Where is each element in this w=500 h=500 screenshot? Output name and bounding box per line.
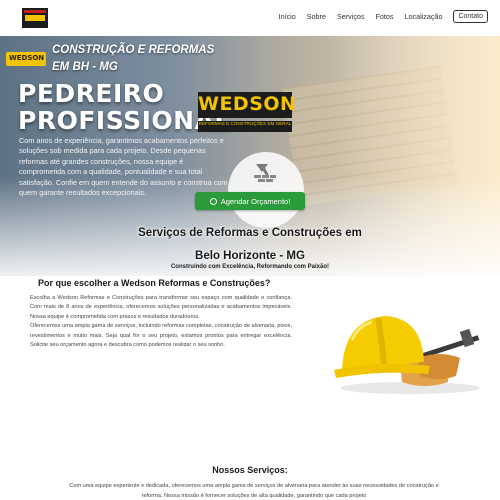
nav-link-sobre[interactable]: Sobre (307, 12, 326, 21)
helmet-tools-image (334, 316, 480, 394)
why-paragraph-2: Oferecemos uma ampla gama de serviços, i… (30, 323, 292, 349)
services-title: Nossos Serviços: (212, 465, 288, 475)
nav-link-servicos[interactable]: Serviços (337, 12, 365, 21)
contact-button[interactable]: Contato (453, 10, 488, 23)
nav-link-fotos[interactable]: Fotos (376, 12, 394, 21)
brand-logo: WEDSON REFORMAS E CONSTRUÇÕES EM GERAL (190, 86, 300, 158)
nav-link-inicio[interactable]: Início (279, 12, 296, 21)
hero-logo-badge: WEDSON (6, 52, 46, 66)
brand-name: WEDSON (198, 93, 297, 115)
why-paragraph-1: Escolha a Wedson Reformas e Construções … (30, 295, 292, 320)
top-navbar: Início Sobre Serviços Fotos Localização … (0, 0, 500, 36)
why-choose-text: Escolha a Wedson Reformas e Construções … (30, 294, 292, 350)
trowel-bricks-icon (254, 164, 276, 182)
hero-section-title: Serviços de Reformas e Construções em Be… (0, 222, 500, 268)
hero-logo-text: WEDSON (9, 54, 45, 62)
brand-subtitle: REFORMAS E CONSTRUÇÕES EM GERAL (198, 121, 292, 126)
services-text: Com uma equipe experiente e dedicada, of… (69, 483, 439, 499)
site-logo[interactable] (22, 8, 48, 28)
hero-section-subtitle: Construindo com Excelência, Reformando c… (170, 264, 330, 270)
schedule-quote-button[interactable]: Agendar Orçamento! (195, 192, 305, 210)
nav-link-localizacao[interactable]: Localização (405, 12, 443, 21)
whatsapp-icon (209, 197, 217, 205)
why-choose-title: Por que escolher a Wedson Reformas e Con… (38, 278, 271, 288)
nav-links: Início Sobre Serviços Fotos Localização … (279, 10, 488, 23)
hero-headline: CONSTRUÇÃO E REFORMAS EM BH - MG (52, 44, 215, 73)
schedule-quote-label: Agendar Orçamento! (220, 196, 291, 206)
hero-section-title-line1: Serviços de Reformas e Construções em (138, 227, 362, 239)
